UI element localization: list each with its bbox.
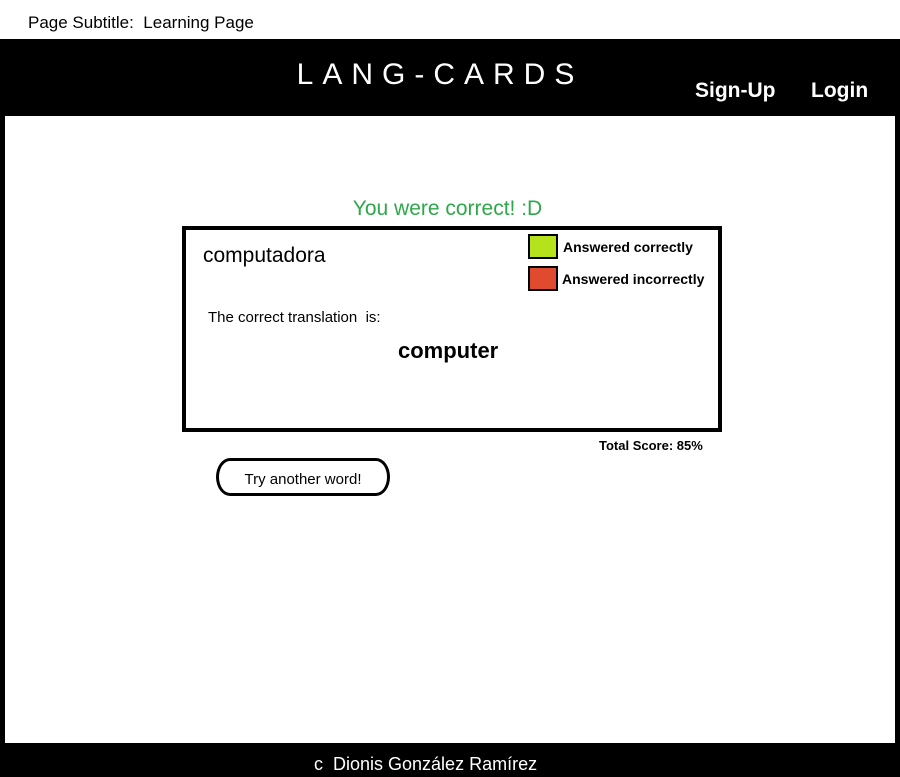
- subtitle-bar: Page Subtitle: Learning Page: [0, 0, 900, 39]
- login-link[interactable]: Login: [811, 79, 868, 103]
- correct-legend-label: Answered correctly: [563, 239, 693, 255]
- page: Page Subtitle: Learning Page LANG-CARDS …: [0, 0, 900, 777]
- total-score: Total Score: 85%: [599, 438, 703, 453]
- card-word: computadora: [203, 244, 326, 267]
- translation-prompt: The correct translation is:: [208, 309, 381, 326]
- correct-legend-swatch: [528, 234, 558, 259]
- incorrect-legend-label: Answered incorrectly: [562, 271, 705, 287]
- correct-translation: computer: [398, 338, 499, 363]
- page-subtitle: Page Subtitle: Learning Page: [28, 13, 254, 32]
- copyright-text: c Dionis González Ramírez: [314, 754, 538, 774]
- incorrect-legend-swatch: [528, 266, 558, 291]
- signup-link[interactable]: Sign-Up: [695, 79, 775, 103]
- feedback-message: You were correct! :D: [352, 197, 543, 220]
- try-another-word-button[interactable]: Try another word!: [216, 458, 390, 496]
